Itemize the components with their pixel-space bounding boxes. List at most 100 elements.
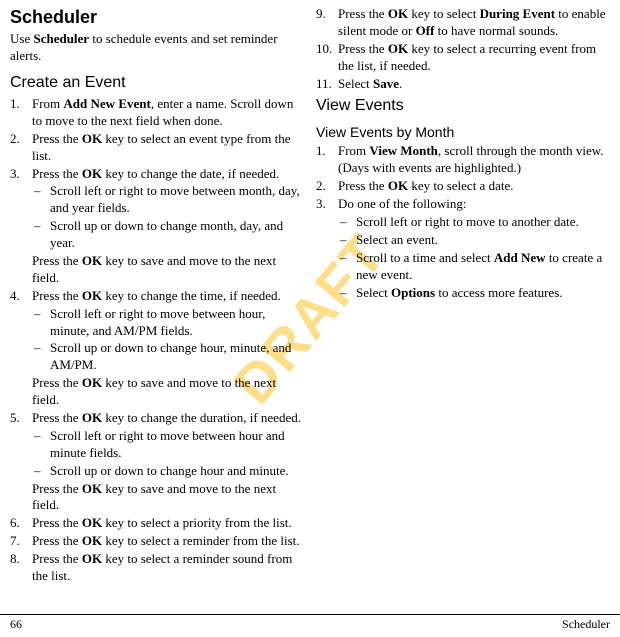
step-11: 11. Select Save. xyxy=(316,76,610,93)
substep-body: Select Options to access more features. xyxy=(356,285,610,302)
heading-create-event: Create an Event xyxy=(10,73,304,94)
text: Press the xyxy=(32,253,82,268)
substep-body: Scroll left or right to move to another … xyxy=(356,214,610,231)
text: key to select a reminder from the list. xyxy=(102,533,299,548)
step-2: 2. Press the OK key to select an event t… xyxy=(10,131,304,165)
text: key to change the duration, if needed. xyxy=(102,410,301,425)
step-number: 4. xyxy=(10,288,32,374)
step-body: Press the OK key to select During Event … xyxy=(338,6,610,40)
bold-scheduler: Scheduler xyxy=(33,31,89,46)
step-4-continue: Press the OK key to save and move to the… xyxy=(32,375,304,409)
text: key to select a date. xyxy=(408,178,513,193)
heading-view-by-month: View Events by Month xyxy=(316,123,610,141)
dash: – xyxy=(32,463,50,480)
step-1: 1. From Add New Event, enter a name. Scr… xyxy=(10,96,304,130)
substep: – Scroll left or right to move between m… xyxy=(32,183,304,217)
step-body: Select Save. xyxy=(338,76,610,93)
text: Select xyxy=(338,76,373,91)
substep: – Scroll left or right to move between h… xyxy=(32,306,304,340)
step-3-continue: Press the OK key to save and move to the… xyxy=(32,253,304,287)
text: key to change the date, if needed. xyxy=(102,166,279,181)
dash: – xyxy=(32,183,50,217)
substep: – Select an event. xyxy=(338,232,610,249)
view-step-3: 3. Do one of the following: – Scroll lef… xyxy=(316,196,610,301)
bold-ok: OK xyxy=(82,533,102,548)
footer-title: Scheduler xyxy=(562,617,610,633)
substep: – Scroll left or right to move to anothe… xyxy=(338,214,610,231)
page-footer: 66 Scheduler xyxy=(0,614,620,637)
step-number: 11. xyxy=(316,76,338,93)
bold-add-new-event: Add New Event xyxy=(63,96,150,111)
text: From xyxy=(338,143,369,158)
substep-body: Scroll left or right to move between mon… xyxy=(50,183,304,217)
heading-view-events: View Events xyxy=(316,96,610,117)
dash: – xyxy=(338,214,356,231)
step-number: 10. xyxy=(316,41,338,75)
step-body: Press the OK key to change the time, if … xyxy=(32,288,304,374)
text: Use xyxy=(10,31,33,46)
step-body: From View Month, scroll through the mont… xyxy=(338,143,610,177)
bold-save: Save xyxy=(373,76,399,91)
step-number: 8. xyxy=(10,551,32,585)
bold-ok: OK xyxy=(82,253,102,268)
text: Press the xyxy=(32,551,82,566)
bold-ok: OK xyxy=(82,166,102,181)
text: key to select a priority from the list. xyxy=(102,515,292,530)
bold-view-month: View Month xyxy=(369,143,438,158)
step-6: 6. Press the OK key to select a priority… xyxy=(10,515,304,532)
bold-ok: OK xyxy=(82,551,102,566)
step-body: Press the OK key to select a priority fr… xyxy=(32,515,304,532)
text: key to change the time, if needed. xyxy=(102,288,281,303)
step-body: Press the OK key to change the duration,… xyxy=(32,410,304,480)
text: Press the xyxy=(338,6,388,21)
text: to have normal sounds. xyxy=(434,23,558,38)
bold-ok: OK xyxy=(82,131,102,146)
text: Scroll to a time and select xyxy=(356,250,494,265)
bold-ok: OK xyxy=(82,375,102,390)
step-number: 1. xyxy=(316,143,338,177)
step-10: 10. Press the OK key to select a recurri… xyxy=(316,41,610,75)
substep-body: Scroll up or down to change month, day, … xyxy=(50,218,304,252)
step-number: 9. xyxy=(316,6,338,40)
bold-options: Options xyxy=(391,285,435,300)
step-body: Press the OK key to select a date. xyxy=(338,178,610,195)
bold-add-new: Add New xyxy=(494,250,546,265)
page-content: Scheduler Use Scheduler to schedule even… xyxy=(0,0,620,615)
bold-ok: OK xyxy=(82,288,102,303)
substep-body: Scroll left or right to move between hou… xyxy=(50,428,304,462)
dash: – xyxy=(338,250,356,284)
step-number: 7. xyxy=(10,533,32,550)
step-number: 5. xyxy=(10,410,32,480)
intro-text: Use Scheduler to schedule events and set… xyxy=(10,31,304,65)
step-body: Press the OK key to select a reminder fr… xyxy=(32,533,304,550)
view-step-1: 1. From View Month, scroll through the m… xyxy=(316,143,610,177)
dash: – xyxy=(32,340,50,374)
step-5: 5. Press the OK key to change the durati… xyxy=(10,410,304,480)
substep: – Scroll up or down to change hour, minu… xyxy=(32,340,304,374)
text: Press the xyxy=(32,533,82,548)
step-number: 3. xyxy=(10,166,32,252)
text: Press the xyxy=(338,41,388,56)
text: Press the xyxy=(32,288,82,303)
step-7: 7. Press the OK key to select a reminder… xyxy=(10,533,304,550)
bold-ok: OK xyxy=(82,481,102,496)
substep-body: Scroll to a time and select Add New to c… xyxy=(356,250,610,284)
dash: – xyxy=(32,218,50,252)
bold-ok: OK xyxy=(82,410,102,425)
text: From xyxy=(32,96,63,111)
dash: – xyxy=(32,306,50,340)
substep: – Select Options to access more features… xyxy=(338,285,610,302)
step-body: Do one of the following: – Scroll left o… xyxy=(338,196,610,301)
text: Press the xyxy=(338,178,388,193)
step-body: Press the OK key to change the date, if … xyxy=(32,166,304,252)
step-number: 2. xyxy=(316,178,338,195)
text: Press the xyxy=(32,481,82,496)
text: Press the xyxy=(32,375,82,390)
text: Press the xyxy=(32,410,82,425)
text: Press the xyxy=(32,515,82,530)
dash: – xyxy=(338,232,356,249)
substep-body: Scroll up or down to change hour and min… xyxy=(50,463,304,480)
bold-ok: OK xyxy=(388,178,408,193)
text: to access more features. xyxy=(435,285,562,300)
step-4: 4. Press the OK key to change the time, … xyxy=(10,288,304,374)
